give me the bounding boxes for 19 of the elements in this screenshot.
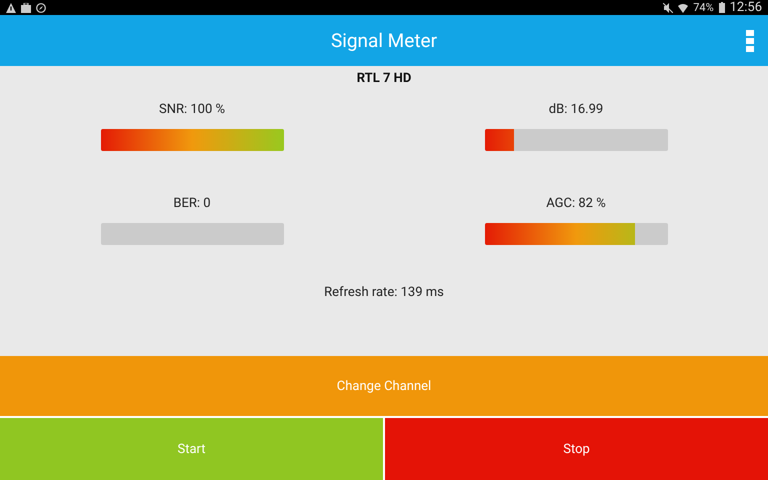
app-title: Signal Meter bbox=[330, 29, 438, 52]
clock: 12:56 bbox=[730, 0, 762, 15]
stop-button[interactable]: Stop bbox=[385, 418, 768, 480]
meter-label: SNR: 100 % bbox=[158, 102, 226, 117]
battery-icon bbox=[718, 2, 725, 13]
warning-icon bbox=[6, 2, 16, 12]
channel-name: RTL 7 HD bbox=[356, 71, 412, 86]
menu-icon[interactable] bbox=[746, 30, 754, 52]
battery-percent: 74% bbox=[693, 1, 714, 14]
meter-label: BER: 0 bbox=[173, 196, 211, 211]
refresh-rate: Refresh rate: 139 ms bbox=[324, 285, 444, 300]
meter-label: dB: 16.99 bbox=[548, 102, 604, 117]
start-button[interactable]: Start bbox=[0, 418, 383, 480]
compass-icon bbox=[36, 2, 46, 12]
wifi-icon bbox=[678, 2, 688, 12]
meter-label: AGC: 82 % bbox=[546, 196, 606, 211]
briefcase-icon bbox=[21, 2, 31, 12]
change-button[interactable]: Change Channel bbox=[0, 356, 768, 416]
mute-icon bbox=[663, 2, 674, 12]
